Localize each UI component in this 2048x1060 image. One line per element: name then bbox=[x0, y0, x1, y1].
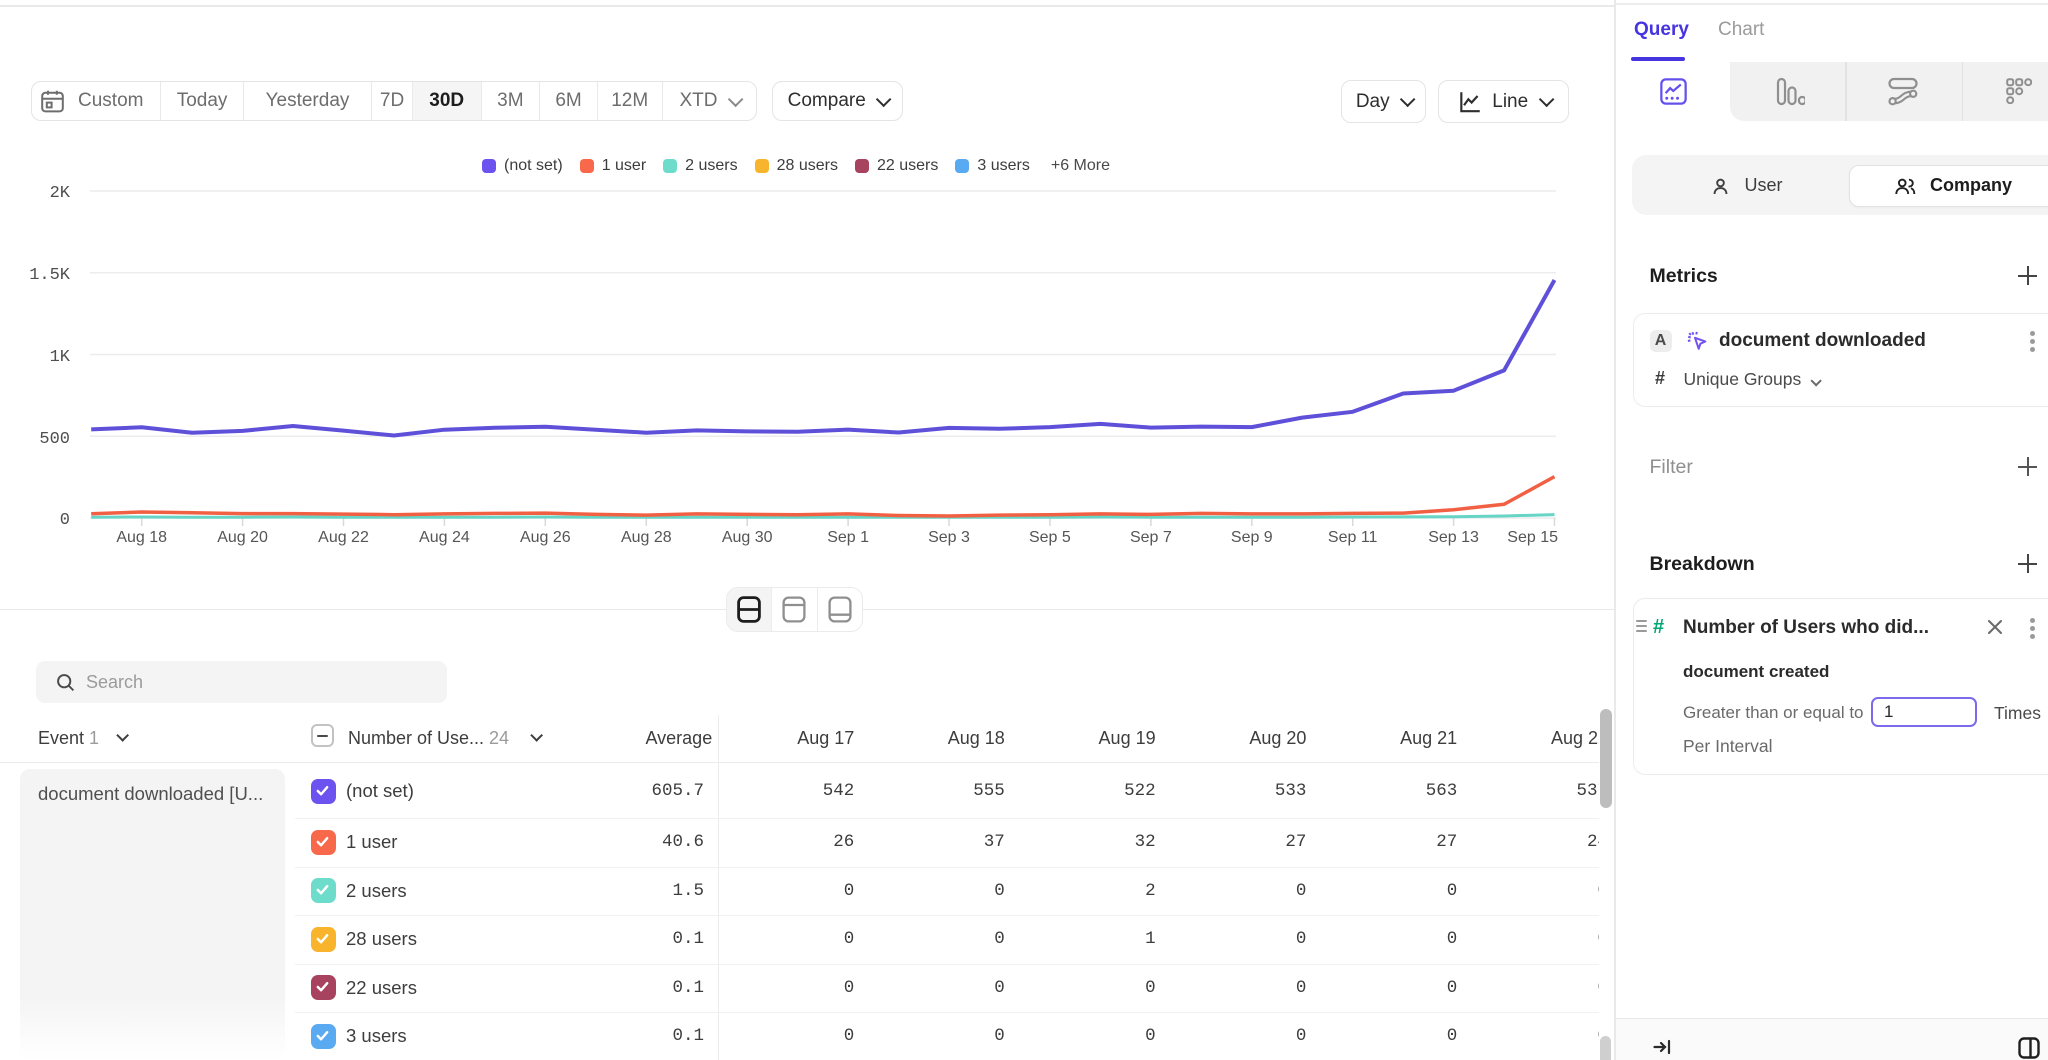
svg-text:Aug 20: Aug 20 bbox=[217, 529, 268, 546]
svg-text:0: 0 bbox=[60, 511, 70, 530]
svg-text:1.5K: 1.5K bbox=[29, 266, 71, 285]
svg-text:Sep 15: Sep 15 bbox=[1507, 529, 1558, 546]
svg-text:Sep 11: Sep 11 bbox=[1328, 529, 1378, 546]
svg-text:2K: 2K bbox=[50, 184, 71, 203]
svg-text:Sep 1: Sep 1 bbox=[827, 529, 869, 546]
svg-text:Aug 18: Aug 18 bbox=[116, 529, 167, 546]
svg-text:Sep 13: Sep 13 bbox=[1428, 529, 1479, 546]
svg-text:Aug 26: Aug 26 bbox=[520, 529, 571, 546]
svg-text:Sep 5: Sep 5 bbox=[1029, 529, 1071, 546]
svg-text:1K: 1K bbox=[50, 348, 71, 367]
svg-text:Sep 9: Sep 9 bbox=[1231, 529, 1273, 546]
svg-text:Aug 30: Aug 30 bbox=[722, 529, 773, 546]
svg-text:500: 500 bbox=[39, 430, 70, 449]
svg-text:Sep 7: Sep 7 bbox=[1130, 529, 1172, 546]
svg-text:Aug 28: Aug 28 bbox=[621, 529, 672, 546]
svg-text:Aug 22: Aug 22 bbox=[318, 529, 369, 546]
svg-text:Aug 24: Aug 24 bbox=[419, 529, 470, 546]
svg-text:Sep 3: Sep 3 bbox=[928, 529, 970, 546]
